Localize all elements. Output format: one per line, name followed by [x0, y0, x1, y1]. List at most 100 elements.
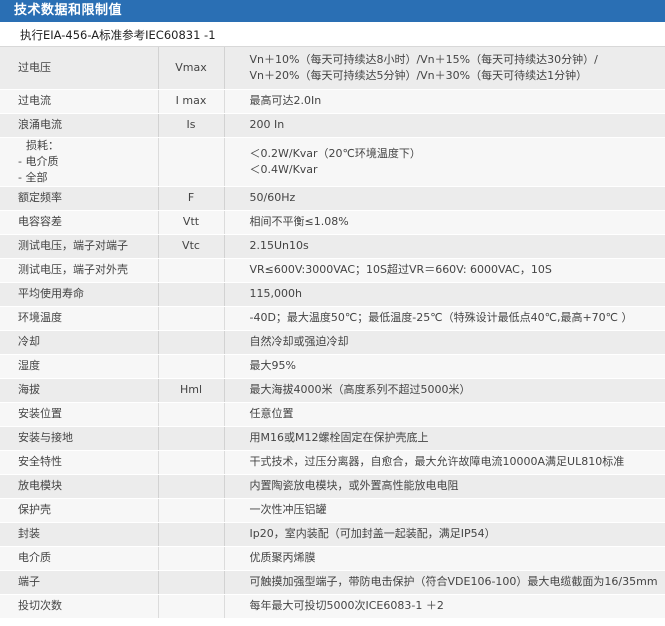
table-row: 端子 可触摸加强型端子，带防电击保护（符合VDE106-100）最大电缆截面为16… — [0, 570, 665, 595]
spec-value: Vn＋20%（每天可持续达5分钟）/Vn＋30%（每天可待续达1分钟） — [249, 68, 588, 82]
standard-subtitle: 执行EIA-456-A标准参考IEC60831 -1 — [0, 22, 665, 47]
spec-symbol — [157, 570, 224, 595]
spec-value: -40D；最大温度50℃；最低温度-25℃（特殊设计最低点40℃,最高+70℃ … — [249, 311, 633, 324]
spec-name: 过电压 — [18, 60, 51, 74]
table-row: 损耗： - 电介质 - 全部 ＜0.2W/Kvar（20℃环境温度下） ＜0.4W/Kv… — [0, 137, 665, 187]
table-row: 安全特性 干式技术，过压分离器，自愈合，最大允许故障电流10000A满足UL810… — [0, 450, 665, 475]
spec-value: 115,000h — [249, 287, 302, 300]
table-row: 冷却 自然冷却或强迫冷却 — [0, 330, 665, 355]
spec-value: 50/60Hz — [249, 191, 296, 204]
spec-name: 放电模块 — [18, 479, 62, 492]
table-row: 平均使用寿命 115,000h — [0, 282, 665, 307]
spec-symbol — [157, 282, 224, 307]
table-row: 安装位置 任意位置 — [0, 402, 665, 427]
spec-value: 内置陶瓷放电模块，或外置高性能放电电阻 — [249, 479, 459, 492]
spec-value-cell: 干式技术，过压分离器，自愈合，最大允许故障电流10000A满足UL810标准 — [223, 450, 665, 475]
spec-value: 最大海拔4000米（高度系列不超过5000米） — [249, 383, 471, 396]
spec-symbol: Hml — [157, 378, 224, 403]
spec-value: 优质聚丙烯膜 — [249, 551, 316, 564]
spec-value-cell: -40D；最大温度50℃；最低温度-25℃（特殊设计最低点40℃,最高+70℃ … — [223, 306, 665, 331]
spec-symbol — [157, 546, 224, 571]
spec-value-cell: 用M16或M12螺栓固定在保护壳底上 — [223, 426, 665, 451]
spec-value-cell: VR≤600V:3000VAC；10S超过VR＝660V: 6000VAC，10… — [223, 258, 665, 283]
spec-symbol — [157, 354, 224, 379]
spec-name-cell: 湿度 — [0, 354, 158, 379]
spec-value-cell: 115,000h — [223, 282, 665, 307]
page-title: 技术数据和限制值 — [0, 0, 665, 22]
spec-name-cell: 冷却 — [0, 330, 158, 355]
spec-symbol — [157, 522, 224, 547]
spec-value: 200 In — [249, 118, 285, 131]
spec-symbol — [157, 450, 224, 475]
spec-name: 浪涌电流 — [18, 118, 62, 131]
spec-name-cell: 额定频率 — [0, 186, 158, 211]
spec-name-cell: 损耗： - 电介质 - 全部 — [0, 137, 158, 187]
table-row: 测试电压，端子对外壳 VR≤600V:3000VAC；10S超过VR＝660V: … — [0, 258, 665, 283]
table-row: 额定频率 F 50/60Hz — [0, 186, 665, 211]
table-row: 投切次数 每年最大可投切5000次ICE6083-1 ＋2 — [0, 594, 665, 619]
spec-symbol — [157, 594, 224, 619]
spec-name: 环境温度 — [18, 311, 62, 324]
spec-symbol — [157, 474, 224, 499]
spec-symbol — [157, 137, 224, 187]
spec-value-cell: 一次性冲压铝罐 — [223, 498, 665, 523]
spec-table: 过电压 Vmax Vn＋10%（每天可持续达8小时）/Vn＋15%（每天可持续达30… — [0, 47, 665, 619]
spec-value-cell: 内置陶瓷放电模块，或外置高性能放电电阻 — [223, 474, 665, 499]
spec-name-cell: 测试电压，端子对端子 — [0, 234, 158, 259]
spec-name-cell: 端子 — [0, 570, 158, 595]
table-row: 湿度 最大95% — [0, 354, 665, 379]
spec-symbol: Vtt — [157, 210, 224, 235]
spec-name-cell: 放电模块 — [0, 474, 158, 499]
spec-value: 最高可达2.0In — [249, 94, 322, 107]
spec-value: 一次性冲压铝罐 — [249, 503, 327, 516]
spec-symbol: Is — [157, 113, 224, 138]
spec-symbol — [157, 330, 224, 355]
spec-name: - 全部 — [18, 170, 48, 184]
table-row: 保护壳 一次性冲压铝罐 — [0, 498, 665, 523]
spec-value-cell: 自然冷却或强迫冷却 — [223, 330, 665, 355]
spec-value: 每年最大可投切5000次ICE6083-1 ＋2 — [249, 599, 444, 612]
spec-name: 安装与接地 — [18, 431, 73, 444]
spec-value: 最大95% — [249, 359, 296, 372]
spec-name-cell: 平均使用寿命 — [0, 282, 158, 307]
table-row: 放电模块 内置陶瓷放电模块，或外置高性能放电电阻 — [0, 474, 665, 499]
spec-name: 投切次数 — [18, 599, 62, 612]
spec-name-cell: 浪涌电流 — [0, 113, 158, 138]
spec-value: ＜0.2W/Kvar（20℃环境温度下） — [249, 146, 421, 160]
spec-name: 平均使用寿命 — [18, 287, 84, 300]
table-row: 环境温度 -40D；最大温度50℃；最低温度-25℃（特殊设计最低点40℃,最高+… — [0, 306, 665, 331]
spec-name-cell: 环境温度 — [0, 306, 158, 331]
spec-name: 测试电压，端子对端子 — [18, 239, 128, 252]
spec-name-cell: 电介质 — [0, 546, 158, 571]
spec-name: 电介质 — [18, 551, 51, 564]
spec-name-cell: 过电压 — [0, 47, 158, 90]
spec-value-cell: 每年最大可投切5000次ICE6083-1 ＋2 — [223, 594, 665, 619]
spec-symbol — [157, 498, 224, 523]
spec-symbol: Vtc — [157, 234, 224, 259]
spec-name-cell: 海拔 — [0, 378, 158, 403]
spec-symbol — [157, 306, 224, 331]
spec-name: 端子 — [18, 575, 40, 588]
spec-name: 封装 — [18, 527, 40, 540]
spec-name-cell: 封装 — [0, 522, 158, 547]
spec-value: 自然冷却或强迫冷却 — [249, 335, 349, 348]
table-row: 测试电压，端子对端子 Vtc 2.15Un10s — [0, 234, 665, 259]
spec-symbol: Vmax — [157, 47, 224, 90]
spec-value-cell: 最大海拔4000米（高度系列不超过5000米） — [223, 378, 665, 403]
spec-name: 冷却 — [18, 335, 40, 348]
table-row: 过电流 I max 最高可达2.0In — [0, 89, 665, 114]
spec-name: 海拔 — [18, 383, 40, 396]
spec-name: 保护壳 — [18, 503, 51, 516]
spec-name: 湿度 — [18, 359, 40, 372]
table-row: 电容容差 Vtt 相间不平衡≤1.08% — [0, 210, 665, 235]
spec-name: 额定频率 — [18, 191, 62, 204]
table-row: 过电压 Vmax Vn＋10%（每天可持续达8小时）/Vn＋15%（每天可持续达30… — [0, 47, 665, 90]
spec-value: VR≤600V:3000VAC；10S超过VR＝660V: 6000VAC，10… — [249, 263, 552, 276]
spec-name-cell: 安装与接地 — [0, 426, 158, 451]
spec-name-cell: 保护壳 — [0, 498, 158, 523]
spec-symbol — [157, 258, 224, 283]
spec-value-cell: ＜0.2W/Kvar（20℃环境温度下） ＜0.4W/Kvar — [223, 137, 665, 187]
table-row: 海拔 Hml 最大海拔4000米（高度系列不超过5000米） — [0, 378, 665, 403]
spec-name: 安全特性 — [18, 455, 62, 468]
spec-name: 安装位置 — [18, 407, 62, 420]
